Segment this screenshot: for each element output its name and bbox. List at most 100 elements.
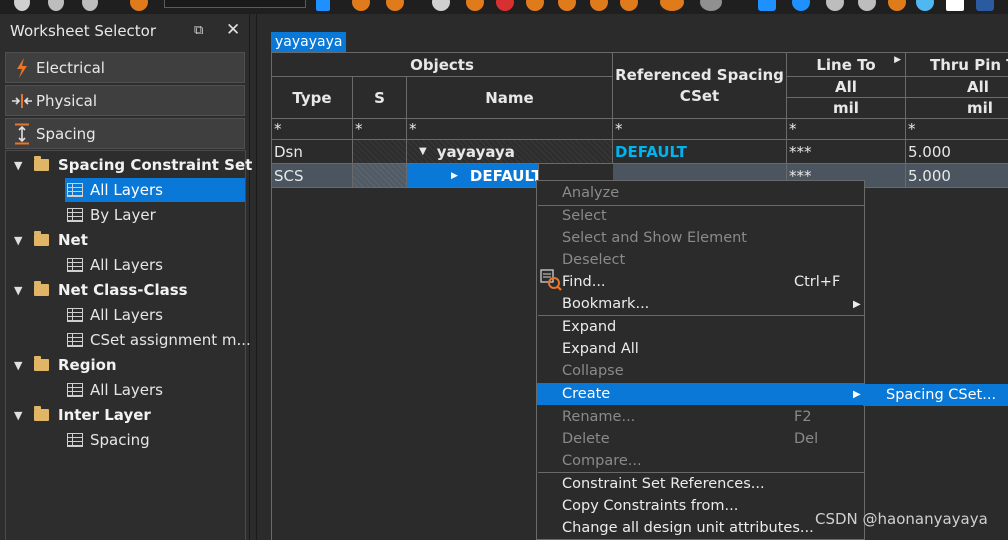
expanded-caret-icon[interactable]: ▼	[14, 234, 28, 247]
filter-type[interactable]: *	[272, 119, 353, 140]
filter-ref[interactable]: *	[613, 119, 787, 140]
close-icon[interactable]: ✕	[226, 20, 240, 40]
tree-group-net-class-class[interactable]: ▼ Net Class-Class	[14, 278, 188, 302]
table-row-thru-pin[interactable]: 5.000	[906, 140, 1008, 164]
header-name[interactable]: Name	[407, 77, 613, 119]
bookmark-icon[interactable]	[316, 0, 330, 11]
menu-item-compare: Compare...	[562, 453, 642, 469]
worksheet-icon	[67, 308, 83, 322]
tree-item-all-layers[interactable]: All Layers	[65, 178, 245, 202]
chart-icon[interactable]	[946, 0, 964, 11]
menu-item-rename: Rename... F2	[562, 409, 812, 425]
header-referenced-spacing-cset[interactable]: Referenced Spacing CSet	[613, 53, 787, 119]
expanded-caret-icon[interactable]: ▼	[14, 409, 28, 422]
table-row-type[interactable]: SCS	[272, 164, 353, 188]
scissors-icon[interactable]	[14, 0, 30, 11]
header-line-to[interactable]: Line To ▶	[787, 53, 906, 77]
submenu-item-spacing-cset[interactable]: Spacing CSet...	[863, 384, 1008, 406]
table-row-line-to[interactable]: ***	[787, 140, 906, 164]
header-thru-pin-to[interactable]: Thru Pin To	[906, 53, 1008, 77]
table-row-ref[interactable]: DEFAULT	[613, 140, 787, 164]
table-row-s[interactable]	[353, 140, 407, 164]
cursor-icon[interactable]	[526, 0, 544, 11]
tab-electrical[interactable]: Electrical	[5, 52, 245, 83]
tree-item-by-layer[interactable]: By Layer	[67, 203, 156, 227]
tree-group-region[interactable]: ▼ Region	[14, 353, 117, 377]
filter-thru-pin[interactable]: *	[906, 119, 1008, 140]
link-icon[interactable]	[758, 0, 776, 11]
tree-group-spacing-constraint-set[interactable]: ▼ Spacing Constraint Set	[14, 153, 252, 177]
tree-item-all-layers[interactable]: All Layers	[67, 303, 163, 327]
table-row-type[interactable]: Dsn	[272, 140, 353, 164]
worksheet-tab[interactable]: yayayaya	[271, 32, 347, 52]
menu-item-expand[interactable]: Expand	[537, 316, 864, 338]
worksheet-icon	[67, 383, 83, 397]
context-menu: Analyze Select Select and Show Element D…	[536, 180, 865, 540]
tab-spacing[interactable]: Spacing	[5, 118, 245, 149]
menu-item-collapse: Collapse	[562, 363, 624, 379]
sync-icon[interactable]	[792, 0, 810, 11]
paste-icon[interactable]	[48, 0, 64, 11]
worksheet-icon	[67, 258, 83, 272]
shortcut-label: Ctrl+F	[794, 274, 841, 290]
menu-item-constraint-set-references[interactable]: Constraint Set References...	[537, 473, 864, 495]
table-row-thru-pin[interactable]: 5.000	[906, 164, 1008, 188]
submenu-arrow-icon: ▶	[853, 298, 861, 310]
expanded-caret-icon[interactable]: ▼	[14, 284, 28, 297]
filter-s[interactable]: *	[353, 119, 407, 140]
tree-item-cset-assignment[interactable]: CSet assignment m...	[67, 328, 251, 352]
tab-label: Electrical	[36, 58, 105, 77]
tree-group-net[interactable]: ▼ Net	[14, 228, 88, 252]
header-objects: Objects	[272, 53, 613, 77]
header-unit: mil	[906, 98, 1008, 119]
zoom-icon[interactable]	[976, 0, 994, 11]
tree-item-all-layers[interactable]: All Layers	[67, 253, 163, 277]
toolbar-dropdown[interactable]	[164, 0, 306, 8]
float-icon[interactable]: ⧉	[194, 23, 203, 38]
sun-icon[interactable]	[916, 0, 934, 11]
tree-item-spacing[interactable]: Spacing	[67, 428, 150, 452]
shortcut-label: F2	[794, 409, 812, 425]
menu-item-deselect: Deselect	[562, 252, 626, 268]
menu-item-find[interactable]: Find... Ctrl+F	[537, 271, 864, 293]
expanded-caret-icon[interactable]: ▼	[14, 159, 28, 172]
collapsed-caret-icon[interactable]: ▶	[451, 171, 458, 181]
menu-item-bookmark[interactable]: Bookmark... ▶	[537, 293, 864, 315]
header-type[interactable]: Type	[272, 77, 353, 119]
menu-item-select: Select	[562, 208, 607, 224]
filter-name[interactable]: *	[407, 119, 613, 140]
dial-icon[interactable]	[660, 0, 684, 11]
back-icon[interactable]	[386, 0, 404, 11]
forward-icon[interactable]	[352, 0, 370, 11]
grid-icon[interactable]	[620, 0, 638, 11]
header-s[interactable]: S	[353, 77, 407, 119]
folder-icon	[34, 406, 49, 421]
worksheet-tree: ▼ Spacing Constraint Set All Layers By L…	[5, 150, 252, 540]
menu-item-create[interactable]: Create ▶	[537, 383, 864, 405]
search-icon[interactable]	[130, 0, 148, 11]
worksheet-icon	[67, 183, 83, 197]
copy-icon[interactable]	[82, 0, 98, 11]
tree-group-inter-layer[interactable]: ▼ Inter Layer	[14, 403, 151, 427]
table-row-s[interactable]	[353, 164, 407, 188]
target-icon[interactable]	[888, 0, 906, 11]
table-row-name[interactable]: ▼ yayayaya	[407, 140, 613, 164]
warning-icon[interactable]	[496, 0, 514, 11]
expand-arrow-icon[interactable]: ▶	[894, 55, 901, 65]
toolbar	[0, 0, 1008, 14]
shortcut-label: Del	[794, 431, 819, 447]
filter-line-to[interactable]: *	[787, 119, 906, 140]
gauge-icon[interactable]	[700, 0, 722, 11]
list-icon[interactable]	[590, 0, 608, 11]
pin-icon[interactable]	[466, 0, 484, 11]
circle-icon[interactable]	[826, 0, 844, 11]
tab-physical[interactable]: Physical	[5, 85, 245, 116]
tree-item-all-layers[interactable]: All Layers	[67, 378, 163, 402]
expanded-caret-icon[interactable]: ▼	[419, 146, 427, 157]
expanded-caret-icon[interactable]: ▼	[14, 359, 28, 372]
tool-icon[interactable]	[432, 0, 450, 11]
table-row-name[interactable]: ▶ DEFAULT	[407, 164, 539, 188]
gear-icon[interactable]	[558, 0, 576, 11]
dot-icon[interactable]	[858, 0, 876, 11]
menu-item-expand-all[interactable]: Expand All	[537, 338, 864, 360]
